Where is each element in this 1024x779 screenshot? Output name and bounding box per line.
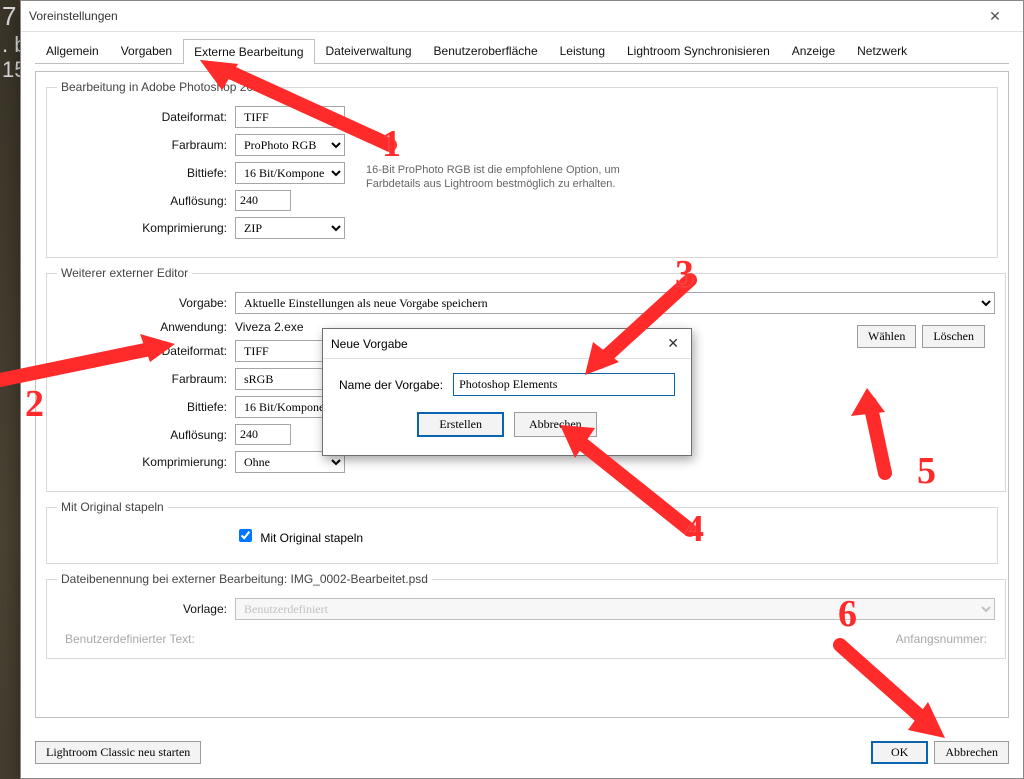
- dialog-titlebar[interactable]: Neue Vorgabe ✕: [323, 329, 691, 359]
- preset-select[interactable]: Aktuelle Einstellungen als neue Vorgabe …: [235, 292, 995, 314]
- tab-leistung[interactable]: Leistung: [549, 38, 616, 63]
- titlebar[interactable]: Voreinstellungen ✕: [21, 1, 1023, 32]
- choose-button[interactable]: Wählen: [857, 325, 916, 348]
- preset-name-label: Name der Vorgabe:: [339, 378, 443, 392]
- tab-netzwerk[interactable]: Netzwerk: [846, 38, 918, 63]
- section-filenaming: Dateibenennung bei externer Bearbeitung:…: [46, 572, 1006, 659]
- fileformat-select[interactable]: TIFF: [235, 106, 345, 128]
- ok-button[interactable]: OK: [871, 741, 928, 764]
- window-title: Voreinstellungen: [29, 1, 118, 31]
- section-stack: Mit Original stapeln Mit Original stapel…: [46, 500, 998, 564]
- ext-resolution-input[interactable]: [235, 424, 291, 445]
- stack-checkbox-label[interactable]: Mit Original stapeln: [235, 526, 363, 545]
- new-preset-dialog: Neue Vorgabe ✕ Name der Vorgabe: Erstell…: [322, 328, 692, 456]
- application-value: Viveza 2.exe: [235, 320, 304, 334]
- tab-anzeige[interactable]: Anzeige: [781, 38, 846, 63]
- dialog-cancel-button[interactable]: Abbrechen: [514, 412, 597, 437]
- bitdepth-select[interactable]: 16 Bit/Komponente: [235, 162, 345, 184]
- preset-name-input[interactable]: [453, 373, 675, 396]
- start-number-label: Anfangsnummer:: [896, 632, 987, 646]
- tab-lightroom-synchronisieren[interactable]: Lightroom Synchronisieren: [616, 38, 781, 63]
- custom-text-label: Benutzerdefinierter Text:: [65, 632, 195, 646]
- close-icon[interactable]: ✕: [663, 335, 683, 352]
- delete-button[interactable]: Löschen: [922, 325, 985, 348]
- section-title: Bearbeitung in Adobe Photoshop 2020: [57, 80, 271, 94]
- create-button[interactable]: Erstellen: [417, 412, 504, 437]
- tab-dateiverwaltung[interactable]: Dateiverwaltung: [315, 38, 423, 63]
- section-title: Dateibenennung bei externer Bearbeitung:…: [57, 572, 432, 586]
- section-title: Weiterer externer Editor: [57, 266, 192, 280]
- tab-benutzeroberfläche[interactable]: Benutzeroberfläche: [423, 38, 549, 63]
- stack-checkbox[interactable]: [239, 529, 252, 542]
- template-select: Benutzerdefiniert: [235, 598, 995, 620]
- close-icon[interactable]: ✕: [975, 1, 1015, 31]
- cancel-button[interactable]: Abbrechen: [934, 741, 1009, 764]
- compression-select[interactable]: ZIP: [235, 217, 345, 239]
- colorspace-select[interactable]: ProPhoto RGB: [235, 134, 345, 156]
- restart-button[interactable]: Lightroom Classic neu starten: [35, 741, 201, 764]
- format-hint: 16-Bit ProPhoto RGB ist die empfohlene O…: [366, 164, 656, 192]
- tab-allgemein[interactable]: Allgemein: [35, 38, 110, 63]
- resolution-input[interactable]: [235, 190, 291, 211]
- tab-vorgaben[interactable]: Vorgaben: [110, 38, 183, 63]
- section-title: Mit Original stapeln: [57, 500, 168, 514]
- tab-externe-bearbeitung[interactable]: Externe Bearbeitung: [183, 39, 314, 64]
- dialog-title: Neue Vorgabe: [331, 337, 408, 351]
